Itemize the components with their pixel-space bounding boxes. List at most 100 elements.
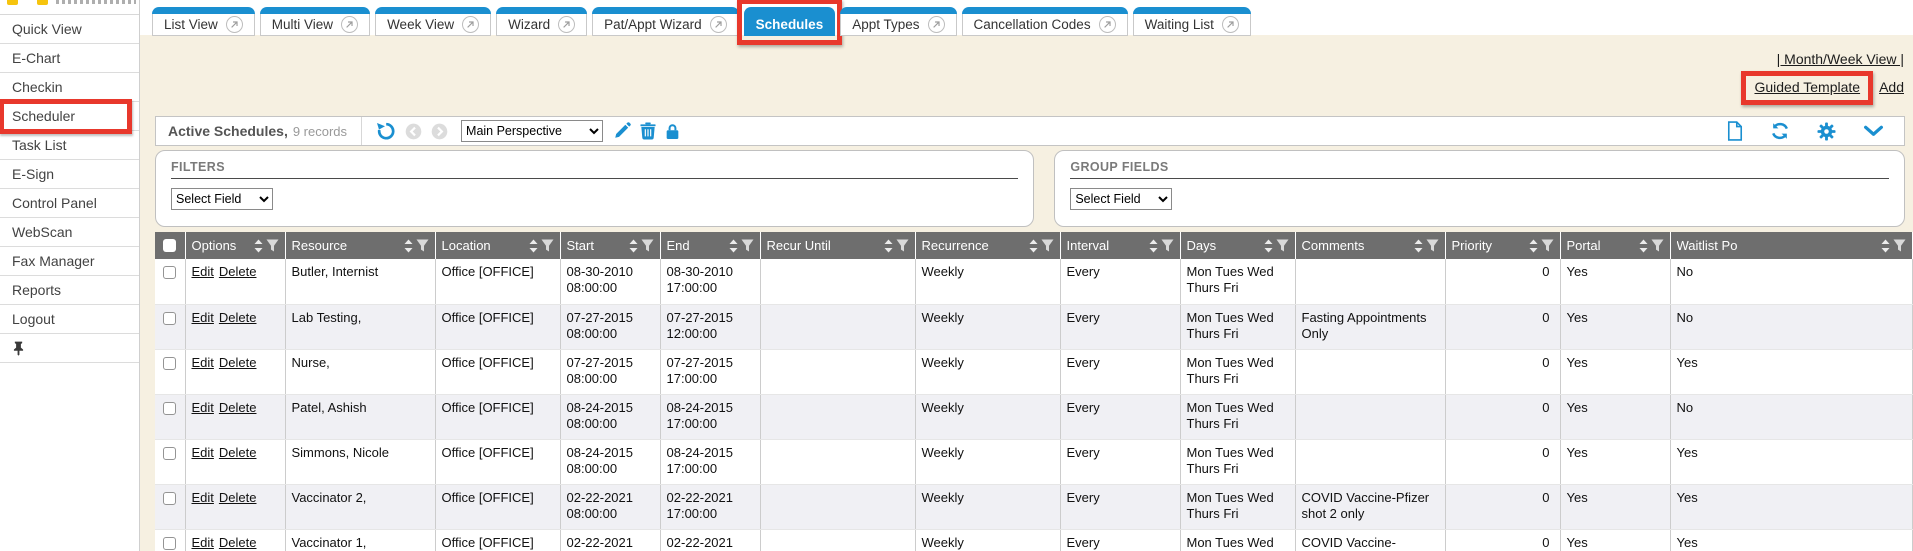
group-fields-field-select[interactable]: Select Field bbox=[1070, 188, 1172, 210]
sidebar-item-label: Quick View bbox=[12, 21, 82, 37]
tab-week-view[interactable]: Week View bbox=[375, 7, 491, 36]
delete-link[interactable]: Delete bbox=[219, 490, 257, 505]
edit-link[interactable]: Edit bbox=[192, 445, 214, 460]
sort-icon[interactable] bbox=[529, 239, 538, 253]
sidebar-item-reports[interactable]: Reports bbox=[0, 276, 139, 305]
row-checkbox[interactable] bbox=[163, 312, 176, 325]
sort-icon[interactable] bbox=[1881, 239, 1890, 253]
sidebar-item-quick-view[interactable]: Quick View bbox=[0, 15, 139, 44]
sidebar-item-fax-manager[interactable]: Fax Manager bbox=[0, 247, 139, 276]
filter-funnel-icon[interactable] bbox=[1276, 239, 1289, 252]
open-in-new-icon[interactable] bbox=[226, 16, 243, 33]
sidebar-item-label: Control Panel bbox=[12, 195, 97, 211]
add-link[interactable]: Add bbox=[1879, 79, 1904, 95]
filter-funnel-icon[interactable] bbox=[1161, 239, 1174, 252]
sort-icon[interactable] bbox=[729, 239, 738, 253]
filter-funnel-icon[interactable] bbox=[741, 239, 754, 252]
sidebar-item-label: Task List bbox=[12, 137, 66, 153]
filter-funnel-icon[interactable] bbox=[266, 239, 279, 252]
tab-wizard[interactable]: Wizard bbox=[496, 7, 587, 36]
sidebar-item-task-list[interactable]: Task List bbox=[0, 131, 139, 160]
next-icon[interactable] bbox=[431, 123, 448, 140]
edit-link[interactable]: Edit bbox=[192, 490, 214, 505]
filter-funnel-icon[interactable] bbox=[1893, 239, 1906, 252]
edit-link[interactable]: Edit bbox=[192, 310, 214, 325]
sort-icon[interactable] bbox=[629, 239, 638, 253]
refresh-icon[interactable] bbox=[1770, 121, 1790, 141]
sort-icon[interactable] bbox=[1264, 239, 1273, 253]
filter-funnel-icon[interactable] bbox=[1041, 239, 1054, 252]
open-in-new-icon[interactable] bbox=[341, 16, 358, 33]
tab-label: Schedules bbox=[756, 17, 824, 32]
cell-priority: 0 bbox=[1445, 484, 1560, 529]
edit-pencil-icon[interactable] bbox=[613, 122, 631, 140]
sidebar-item-control-panel[interactable]: Control Panel bbox=[0, 189, 139, 218]
tab-multi-view[interactable]: Multi View bbox=[260, 7, 370, 36]
sidebar-item-e-chart[interactable]: E-Chart bbox=[0, 44, 139, 73]
perspective-select[interactable]: Main Perspective bbox=[461, 120, 603, 142]
edit-link[interactable]: Edit bbox=[192, 264, 214, 279]
edit-link[interactable]: Edit bbox=[192, 535, 214, 550]
select-all-checkbox[interactable] bbox=[163, 239, 176, 252]
tab-schedules[interactable]: Schedules bbox=[744, 7, 836, 36]
sort-icon[interactable] bbox=[1639, 239, 1648, 253]
delete-trash-icon[interactable] bbox=[640, 122, 656, 140]
open-in-new-icon[interactable] bbox=[1222, 16, 1239, 33]
open-in-new-icon[interactable] bbox=[1099, 16, 1116, 33]
sort-icon[interactable] bbox=[1149, 239, 1158, 253]
open-in-new-icon[interactable] bbox=[928, 16, 945, 33]
delete-link[interactable]: Delete bbox=[219, 310, 257, 325]
row-checkbox[interactable] bbox=[163, 402, 176, 415]
new-document-icon[interactable] bbox=[1727, 121, 1743, 141]
tab-list-view[interactable]: List View bbox=[152, 7, 255, 36]
sort-icon[interactable] bbox=[1529, 239, 1538, 253]
sort-icon[interactable] bbox=[884, 239, 893, 253]
edit-link[interactable]: Edit bbox=[192, 400, 214, 415]
tab-appt-types[interactable]: Appt Types bbox=[840, 7, 956, 36]
delete-link[interactable]: Delete bbox=[219, 535, 257, 550]
delete-link[interactable]: Delete bbox=[219, 400, 257, 415]
sidebar-item-logout[interactable]: Logout bbox=[0, 305, 139, 334]
sidebar-item-webscan[interactable]: WebScan bbox=[0, 218, 139, 247]
edit-link[interactable]: Edit bbox=[192, 355, 214, 370]
row-checkbox[interactable] bbox=[163, 492, 176, 505]
lock-icon[interactable] bbox=[665, 123, 680, 140]
row-checkbox[interactable] bbox=[163, 266, 176, 279]
row-checkbox[interactable] bbox=[163, 537, 176, 550]
filter-funnel-icon[interactable] bbox=[1426, 239, 1439, 252]
filter-funnel-icon[interactable] bbox=[641, 239, 654, 252]
undo-icon[interactable] bbox=[376, 121, 396, 141]
previous-icon[interactable] bbox=[405, 123, 422, 140]
open-in-new-icon[interactable] bbox=[710, 16, 727, 33]
sidebar-item-e-sign[interactable]: E-Sign bbox=[0, 160, 139, 189]
guided-template-link[interactable]: Guided Template bbox=[1754, 79, 1860, 95]
sidebar-item-scheduler[interactable]: Scheduler bbox=[0, 102, 139, 131]
delete-link[interactable]: Delete bbox=[219, 355, 257, 370]
settings-gear-icon[interactable] bbox=[1817, 122, 1836, 141]
sort-icon[interactable] bbox=[1414, 239, 1423, 253]
tab-label: List View bbox=[164, 17, 218, 32]
tab-pat-appt-wizard[interactable]: Pat/Appt Wizard bbox=[592, 7, 739, 36]
open-in-new-icon[interactable] bbox=[558, 16, 575, 33]
tab-waiting-list[interactable]: Waiting List bbox=[1133, 7, 1251, 36]
column-header-inner: Priority bbox=[1452, 238, 1554, 253]
row-checkbox[interactable] bbox=[163, 447, 176, 460]
month-week-view-link[interactable]: | Month/Week View | bbox=[1777, 51, 1904, 67]
delete-link[interactable]: Delete bbox=[219, 264, 257, 279]
sidebar-pin-button[interactable] bbox=[0, 334, 139, 363]
filter-funnel-icon[interactable] bbox=[1541, 239, 1554, 252]
sort-icon[interactable] bbox=[404, 239, 413, 253]
filter-funnel-icon[interactable] bbox=[416, 239, 429, 252]
row-checkbox[interactable] bbox=[163, 357, 176, 370]
sort-icon[interactable] bbox=[254, 239, 263, 253]
open-in-new-icon[interactable] bbox=[462, 16, 479, 33]
delete-link[interactable]: Delete bbox=[219, 445, 257, 460]
sort-icon[interactable] bbox=[1029, 239, 1038, 253]
filter-funnel-icon[interactable] bbox=[896, 239, 909, 252]
sidebar-item-checkin[interactable]: Checkin bbox=[0, 73, 139, 102]
tab-cancellation-codes[interactable]: Cancellation Codes bbox=[962, 7, 1128, 36]
collapse-chevron-icon[interactable] bbox=[1863, 125, 1884, 137]
filter-funnel-icon[interactable] bbox=[1651, 239, 1664, 252]
filter-funnel-icon[interactable] bbox=[541, 239, 554, 252]
filters-field-select[interactable]: Select Field bbox=[171, 188, 273, 210]
